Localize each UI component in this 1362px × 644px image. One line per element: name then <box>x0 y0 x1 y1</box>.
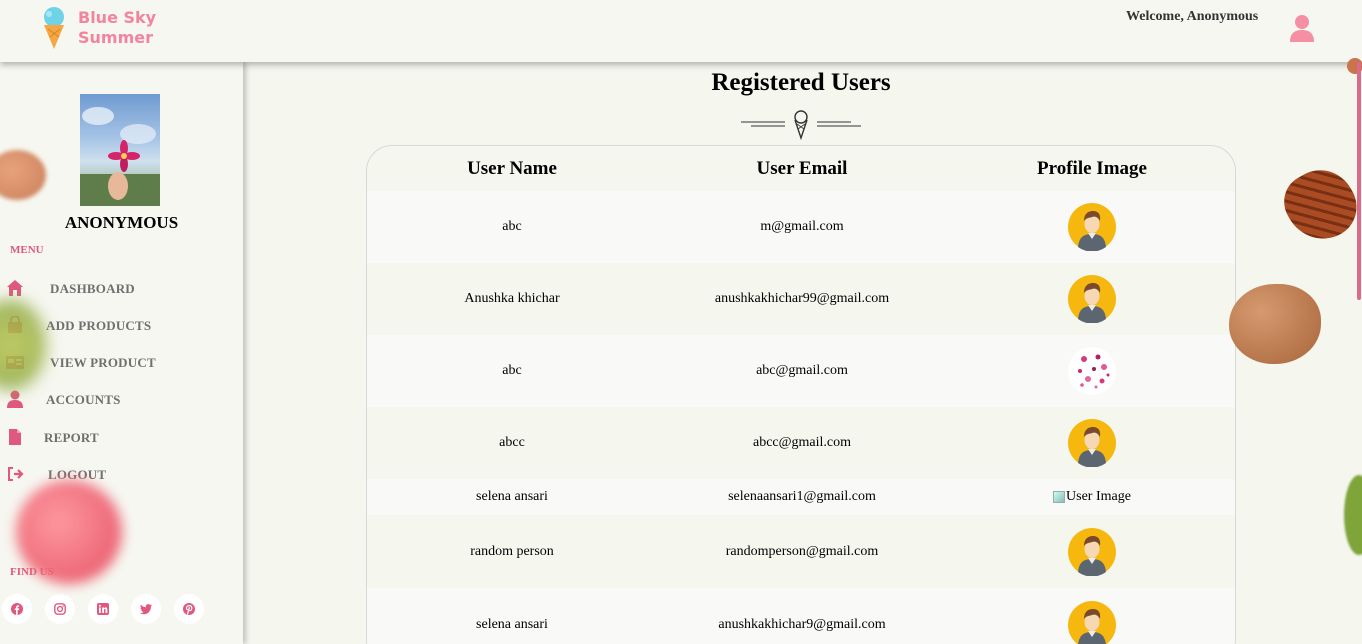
user-name-cell: random person <box>470 543 554 559</box>
table-row: Anushka khichar anushkakhichar99@gmail.co… <box>367 263 1235 335</box>
users-table: User Name User Email Profile Image abc m@… <box>366 145 1236 644</box>
ice-cream-logo-icon <box>44 7 64 49</box>
floral-profile-image <box>1068 347 1116 395</box>
table-row: selena ansari selenaansari1@gmail.com User… <box>367 479 1235 515</box>
default-avatar-icon <box>1068 527 1116 576</box>
nav-item-view-product[interactable]: VIEW PRODUCT <box>0 352 243 374</box>
pinterest-link[interactable] <box>174 594 204 624</box>
profile-image-cell <box>947 588 1235 644</box>
user-email-cell: abcc@gmail.com <box>752 435 852 450</box>
default-avatar-icon <box>1068 419 1116 467</box>
find-us-heading: FIND US <box>10 566 54 578</box>
decor-leaf <box>1344 475 1362 555</box>
user-name-cell: abcc <box>499 435 525 450</box>
profile-image-cell <box>947 335 1235 407</box>
user-email-cell: anushkakhichar99@gmail.com <box>714 291 890 306</box>
table-header: User Name User Email Profile Image <box>367 146 1235 191</box>
file-icon <box>9 429 21 445</box>
nav-label: REPORT <box>44 430 99 445</box>
user-name-cell: abc <box>502 363 522 378</box>
column-header-user-email: User Email <box>756 158 848 179</box>
pinterest-icon <box>183 603 195 615</box>
nav-label: ADD PRODUCTS <box>46 318 152 333</box>
nav-label: LOGOUT <box>48 467 107 482</box>
nav-item-dashboard[interactable]: DASHBOARD <box>0 278 243 300</box>
instagram-link[interactable] <box>45 594 75 624</box>
table-row: abcc abcc@gmail.com <box>367 407 1235 479</box>
image-alt-text: User Image <box>1066 489 1131 504</box>
id-card-icon <box>6 356 24 369</box>
decor-walnut <box>1229 284 1321 364</box>
sign-out-icon <box>8 467 24 481</box>
brand-name: Blue Sky Summer <box>78 8 156 48</box>
facebook-icon <box>11 603 23 615</box>
page-scrollbar[interactable] <box>1357 62 1361 300</box>
ice-cream-divider-icon <box>741 110 861 140</box>
profile-image-cell <box>947 263 1235 335</box>
profile-image-cell <box>947 515 1235 588</box>
linkedin-link[interactable] <box>88 594 118 624</box>
profile-name: ANONYMOUS <box>64 213 179 232</box>
nav-item-logout[interactable]: LOGOUT <box>0 464 243 486</box>
nav-label: DASHBOARD <box>50 281 135 296</box>
profile-image-cell: User Image <box>947 479 1235 515</box>
twitter-icon <box>140 604 152 615</box>
user-name-cell: selena ansari <box>476 489 548 504</box>
facebook-link[interactable] <box>2 594 32 624</box>
page-title: Registered Users <box>711 69 891 96</box>
brand-name-line2: Summer <box>78 28 153 47</box>
profile-image-cell <box>947 407 1235 479</box>
user-email-cell: selenaansari1@gmail.com <box>728 489 876 504</box>
table-row: selena ansari anushkakhichar9@gmail.com <box>367 588 1235 644</box>
column-header-user-name: User Name <box>467 158 557 179</box>
nav-item-accounts[interactable]: ACCOUNTS <box>0 389 243 411</box>
menu-heading: MENU <box>10 244 44 256</box>
profile-photo <box>80 94 160 206</box>
table-row: abc m@gmail.com <box>367 191 1235 263</box>
user-email-cell: abc@gmail.com <box>756 363 848 378</box>
top-header: Blue Sky Summer Welcome, Anonymous <box>0 0 1362 62</box>
default-avatar-icon <box>1068 600 1116 644</box>
user-email-cell: randomperson@gmail.com <box>725 543 879 559</box>
brand-name-line1: Blue Sky <box>78 8 157 27</box>
broken-image-icon <box>1053 491 1066 503</box>
shopping-bag-icon <box>8 316 22 333</box>
profile-image-cell <box>947 191 1235 263</box>
user-profile-icon[interactable] <box>1289 14 1315 42</box>
default-avatar-icon <box>1068 203 1116 251</box>
nav-item-add-products[interactable]: ADD PRODUCTS <box>0 315 243 337</box>
user-name-cell: selena ansari <box>476 616 548 632</box>
sidebar: ANONYMOUS MENU DASHBOARD ADD PRODUCTS VI… <box>0 62 243 644</box>
user-icon <box>7 390 23 408</box>
table-row: abc abc@gmail.com <box>367 335 1235 407</box>
nav-item-report[interactable]: REPORT <box>0 427 243 449</box>
default-avatar-icon <box>1068 275 1116 323</box>
user-name-cell: Anushka khichar <box>464 291 560 306</box>
brand-logo[interactable]: Blue Sky Summer <box>40 6 156 50</box>
twitter-link[interactable] <box>131 594 161 624</box>
table-row: random person randomperson@gmail.com <box>367 515 1235 588</box>
user-name-cell: abc <box>502 219 522 234</box>
user-email-cell: m@gmail.com <box>760 219 844 234</box>
nav-label: VIEW PRODUCT <box>50 355 156 370</box>
column-header-profile-image: Profile Image <box>1037 158 1147 179</box>
user-email-cell: anushkakhichar9@gmail.com <box>718 616 886 632</box>
nav-label: ACCOUNTS <box>46 392 121 407</box>
welcome-text: Welcome, Anonymous <box>1126 9 1259 24</box>
broken-image: User Image <box>1053 489 1131 505</box>
linkedin-icon <box>97 603 109 615</box>
instagram-icon <box>54 603 66 615</box>
flower-photo-icon <box>80 107 160 206</box>
decor-pecan <box>1274 157 1362 253</box>
home-icon <box>7 280 23 296</box>
